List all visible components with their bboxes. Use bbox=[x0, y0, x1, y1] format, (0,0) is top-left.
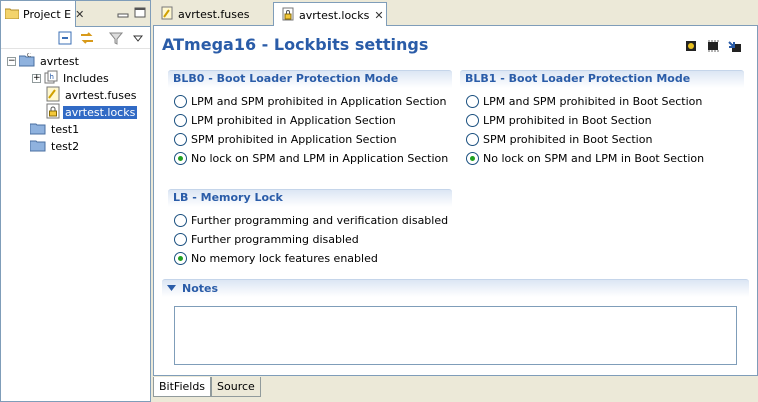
option-label: Further programming and verification dis… bbox=[191, 214, 449, 227]
lock-file-icon bbox=[46, 103, 60, 122]
svg-text:h: h bbox=[50, 73, 54, 81]
collapse-all-icon[interactable] bbox=[57, 30, 73, 46]
radio-button[interactable] bbox=[174, 214, 187, 227]
editor-tabbar: avrtest.fuses avrtest.locks ✕ bbox=[153, 0, 758, 27]
folder-icon bbox=[4, 7, 20, 22]
page-title: ATmega16 - Lockbits settings bbox=[162, 35, 429, 54]
notes-text-area[interactable] bbox=[174, 306, 737, 365]
project-explorer-tab[interactable]: Project E ✕ bbox=[1, 1, 84, 27]
blb1-section-title: BLB1 - Boot Loader Protection Mode bbox=[460, 70, 744, 88]
close-icon[interactable]: ✕ bbox=[374, 10, 383, 21]
tree-item-includes[interactable]: + h Includes bbox=[32, 70, 111, 87]
project-explorer-view: Project E ✕ − C avrtest + h Includes avr… bbox=[0, 0, 151, 402]
notes-section-header[interactable]: Notes bbox=[162, 279, 749, 297]
tree-item-label: test2 bbox=[51, 140, 80, 153]
lb-section: LB - Memory Lock Further programming and… bbox=[168, 189, 452, 268]
blb1-option[interactable]: LPM prohibited in Boot Section bbox=[460, 111, 744, 130]
blb0-option[interactable]: SPM prohibited in Application Section bbox=[168, 130, 452, 149]
option-label: No lock on SPM and LPM in Application Se… bbox=[191, 152, 449, 165]
option-label: LPM and SPM prohibited in Boot Section bbox=[483, 95, 703, 108]
project-explorer-tabbar: Project E ✕ bbox=[1, 1, 150, 27]
option-label: LPM prohibited in Application Section bbox=[191, 114, 396, 127]
tab-bitfields[interactable]: BitFields bbox=[153, 377, 212, 397]
lockbits-editor: avrtest.fuses avrtest.locks ✕ ATmega16 -… bbox=[153, 0, 758, 402]
blb1-option[interactable]: SPM prohibited in Boot Section bbox=[460, 130, 744, 149]
tree-item-label: avrtest bbox=[40, 55, 79, 68]
blb1-option[interactable]: No lock on SPM and LPM in Boot Section bbox=[460, 149, 744, 168]
tree-item-label: Includes bbox=[63, 72, 109, 85]
notes-section: Notes bbox=[162, 279, 749, 369]
blb0-section: BLB0 - Boot Loader Protection Mode LPM a… bbox=[168, 70, 452, 168]
radio-button[interactable] bbox=[174, 133, 187, 146]
radio-button[interactable] bbox=[466, 133, 479, 146]
project-explorer-tab-label: Project E bbox=[23, 7, 72, 21]
radio-button[interactable] bbox=[174, 114, 187, 127]
folder-icon bbox=[29, 138, 46, 155]
blb0-option[interactable]: LPM and SPM prohibited in Application Se… bbox=[168, 92, 452, 111]
lb-option[interactable]: Further programming and verification dis… bbox=[168, 211, 452, 230]
lb-section-title: LB - Memory Lock bbox=[168, 189, 452, 207]
chip-icon[interactable] bbox=[705, 38, 721, 54]
tab-fuses[interactable]: avrtest.fuses bbox=[153, 2, 272, 26]
tab-label: Source bbox=[217, 380, 255, 393]
tab-source[interactable]: Source bbox=[211, 377, 261, 397]
filter-icon[interactable] bbox=[108, 30, 124, 46]
tree-item-test2[interactable]: test2 bbox=[29, 138, 81, 155]
tree-item-label: avrtest.locks bbox=[63, 106, 138, 119]
view-menu-icon[interactable] bbox=[130, 30, 146, 46]
radio-button-selected[interactable] bbox=[466, 152, 479, 165]
tab-label: avrtest.locks bbox=[299, 8, 370, 22]
radio-button[interactable] bbox=[466, 95, 479, 108]
blb0-option[interactable]: No lock on SPM and LPM in Application Se… bbox=[168, 149, 452, 168]
tab-label: avrtest.fuses bbox=[178, 7, 250, 21]
lock-file-icon bbox=[282, 7, 294, 24]
svg-text:C: C bbox=[27, 53, 31, 59]
link-with-editor-icon[interactable] bbox=[79, 30, 95, 46]
close-icon[interactable]: ✕ bbox=[75, 9, 84, 20]
editor-body: ATmega16 - Lockbits settings BLB0 - Boot… bbox=[153, 26, 758, 376]
tree-item-test1[interactable]: test1 bbox=[29, 121, 81, 138]
option-label: SPM prohibited in Boot Section bbox=[483, 133, 653, 146]
radio-button-selected[interactable] bbox=[174, 152, 187, 165]
expand-toggle-icon[interactable] bbox=[167, 281, 176, 297]
tree-item-fuses-file[interactable]: avrtest.fuses bbox=[46, 86, 138, 104]
lb-option[interactable]: Further programming disabled bbox=[168, 230, 452, 249]
lb-option[interactable]: No memory lock features enabled bbox=[168, 249, 452, 268]
tab-locks[interactable]: avrtest.locks ✕ bbox=[273, 2, 387, 27]
project-icon: C bbox=[18, 52, 35, 70]
radio-button[interactable] bbox=[466, 114, 479, 127]
option-label: LPM prohibited in Boot Section bbox=[483, 114, 652, 127]
option-label: LPM and SPM prohibited in Application Se… bbox=[191, 95, 447, 108]
blb0-section-title: BLB0 - Boot Loader Protection Mode bbox=[168, 70, 452, 88]
tree-item-label: avrtest.fuses bbox=[65, 89, 137, 102]
radio-button[interactable] bbox=[174, 233, 187, 246]
folder-icon bbox=[29, 121, 46, 138]
blb1-section: BLB1 - Boot Loader Protection Mode LPM a… bbox=[460, 70, 744, 168]
tree-item-avrtest[interactable]: − C avrtest bbox=[7, 52, 81, 70]
blb1-option[interactable]: LPM and SPM prohibited in Boot Section bbox=[460, 92, 744, 111]
option-label: No memory lock features enabled bbox=[191, 252, 378, 265]
radio-button[interactable] bbox=[174, 95, 187, 108]
option-label: Further programming disabled bbox=[191, 233, 359, 246]
read-from-device-icon[interactable] bbox=[683, 38, 699, 54]
notes-section-title: Notes bbox=[182, 281, 219, 295]
maximize-view-icon[interactable] bbox=[133, 7, 147, 19]
expand-twisty-icon[interactable]: + bbox=[32, 74, 41, 83]
collapse-twisty-icon[interactable]: − bbox=[7, 57, 16, 66]
minimize-view-icon[interactable] bbox=[116, 7, 130, 19]
fuses-file-icon bbox=[161, 6, 173, 23]
option-label: No lock on SPM and LPM in Boot Section bbox=[483, 152, 705, 165]
blb0-option[interactable]: LPM prohibited in Application Section bbox=[168, 111, 452, 130]
editor-page-tabs: BitFields Source bbox=[153, 377, 261, 397]
project-explorer-toolbar bbox=[1, 27, 150, 49]
includes-icon: h bbox=[44, 70, 58, 87]
tab-label: BitFields bbox=[159, 380, 206, 393]
form-toolbar bbox=[683, 38, 743, 54]
program-device-icon[interactable] bbox=[727, 38, 743, 54]
option-label: SPM prohibited in Application Section bbox=[191, 133, 397, 146]
tree-item-locks-file[interactable]: avrtest.locks bbox=[46, 103, 138, 122]
radio-button-selected[interactable] bbox=[174, 252, 187, 265]
tree-item-label: test1 bbox=[51, 123, 80, 136]
